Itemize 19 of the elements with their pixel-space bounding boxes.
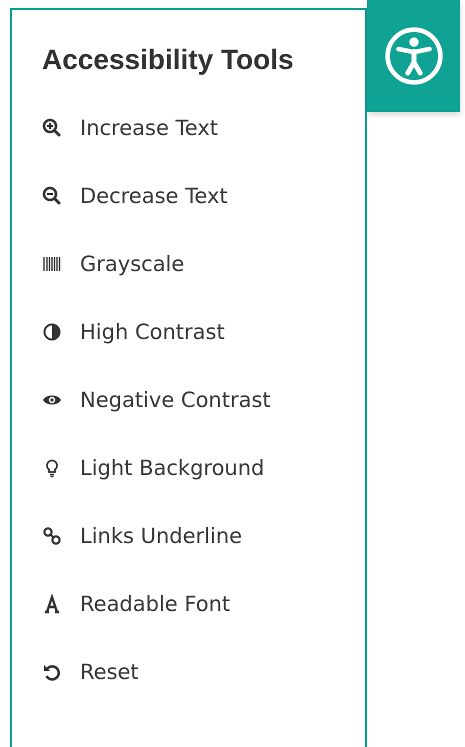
undo-arrow-icon [42, 662, 62, 682]
tool-item[interactable]: Readable Font [42, 588, 230, 620]
tool-item[interactable]: Increase Text [42, 112, 218, 144]
tool-item[interactable]: Links Underline [42, 520, 242, 552]
vertical-bars-icon [42, 254, 62, 274]
tool-item[interactable]: Negative Contrast [42, 384, 271, 416]
tool-item[interactable]: Grayscale [42, 248, 184, 280]
chain-link-icon [42, 526, 62, 546]
accessibility-icon [382, 25, 444, 87]
panel-title: Accessibility Tools [42, 44, 295, 76]
tool-item[interactable]: High Contrast [42, 316, 225, 348]
half-circle-icon [42, 322, 62, 342]
tool-item[interactable]: Light Background [42, 452, 264, 484]
magnifier-plus-icon [42, 118, 62, 138]
tool-item[interactable]: Reset [42, 656, 139, 688]
magnifier-minus-icon [42, 186, 62, 206]
accessibility-button[interactable] [367, 0, 460, 112]
tool-item[interactable]: Decrease Text [42, 180, 228, 212]
letter-a-icon [42, 594, 62, 614]
